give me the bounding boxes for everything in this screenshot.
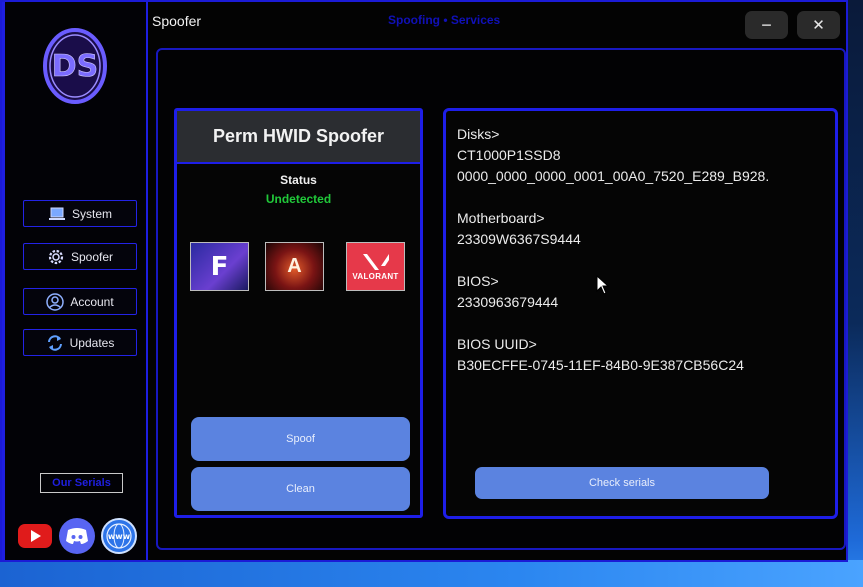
close-button[interactable]: ✕ bbox=[797, 11, 840, 39]
minimize-icon: − bbox=[761, 14, 772, 35]
spoofer-panel: Perm HWID Spoofer Status Undetected F A … bbox=[174, 108, 423, 518]
spoof-button[interactable]: Spoof bbox=[191, 417, 410, 461]
user-circle-icon bbox=[46, 292, 65, 311]
disks-model: CT1000P1SSD8 bbox=[457, 147, 561, 163]
discord-icon[interactable] bbox=[59, 518, 95, 554]
sidebar-item-account[interactable]: Account bbox=[23, 288, 137, 315]
sidebar-item-label: Updates bbox=[69, 335, 115, 350]
youtube-icon[interactable] bbox=[17, 518, 53, 554]
ds-logo: DS bbox=[42, 26, 108, 106]
serials-panel: Disks> CT1000P1SSD8 0000_0000_0000_0001_… bbox=[443, 108, 838, 519]
window-title: Spoofer bbox=[152, 13, 202, 29]
our-serials-button[interactable]: Our Serials bbox=[40, 473, 123, 493]
valorant-wordmark: VALORANT bbox=[352, 272, 399, 281]
bios-uuid: B30ECFFE-0745-11EF-84B0-9E387CB56C24 bbox=[457, 357, 744, 373]
fortnite-letter: F bbox=[210, 251, 229, 282]
close-icon: ✕ bbox=[812, 17, 825, 34]
panel-title: Perm HWID Spoofer bbox=[177, 111, 420, 164]
sidebar-item-system[interactable]: System bbox=[23, 200, 137, 227]
mouse-cursor-icon bbox=[596, 274, 610, 295]
desktop-background bbox=[0, 560, 863, 587]
logo-text: DS bbox=[52, 49, 99, 84]
clean-button[interactable]: Clean bbox=[191, 467, 410, 511]
motherboard-label: Motherboard> bbox=[457, 210, 545, 226]
bios-label: BIOS> bbox=[457, 273, 499, 289]
bios-serial: 2330963679444 bbox=[457, 294, 559, 310]
check-serials-button[interactable]: Check serials bbox=[475, 467, 769, 499]
sidebar: DS System Spoofer Account Updates Our Se… bbox=[2, 2, 148, 560]
www-globe-icon[interactable]: www bbox=[101, 518, 137, 554]
refresh-icon bbox=[46, 334, 64, 352]
www-text: www bbox=[108, 532, 131, 541]
sidebar-item-spoofer[interactable]: Spoofer bbox=[23, 243, 137, 270]
laptop-icon bbox=[48, 205, 66, 223]
bios-uuid-label: BIOS UUID> bbox=[457, 336, 537, 352]
spoofer-window: DS System Spoofer Account Updates Our Se… bbox=[0, 0, 848, 562]
gear-icon bbox=[47, 248, 65, 266]
window-center-title: Spoofing • Services bbox=[388, 13, 501, 27]
motherboard-serial: 23309W6367S9444 bbox=[457, 231, 581, 247]
apex-legends-icon[interactable]: A bbox=[265, 242, 324, 291]
sidebar-item-updates[interactable]: Updates bbox=[23, 329, 137, 356]
apex-letter: A bbox=[287, 255, 302, 277]
sidebar-item-label: Account bbox=[70, 294, 114, 309]
minimize-button[interactable]: − bbox=[745, 11, 788, 39]
valorant-icon[interactable]: VALORANT bbox=[346, 242, 405, 291]
disks-label: Disks> bbox=[457, 126, 500, 142]
status-label: Status bbox=[280, 173, 317, 187]
sidebar-item-label: Spoofer bbox=[70, 249, 114, 264]
disks-serial: 0000_0000_0000_0001_00A0_7520_E289_B928. bbox=[457, 168, 770, 184]
fortnite-icon[interactable]: F bbox=[190, 242, 249, 291]
status-value: Undetected bbox=[265, 192, 332, 206]
sidebar-item-label: System bbox=[71, 206, 112, 221]
